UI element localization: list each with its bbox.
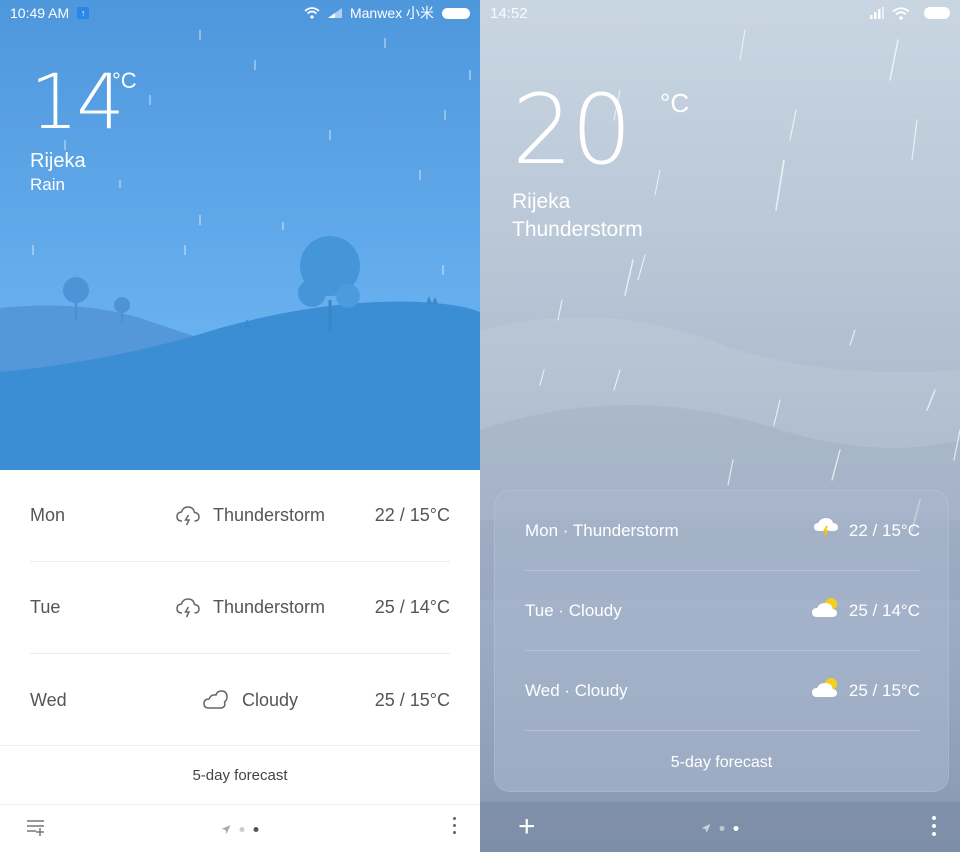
signal-icon [870, 7, 884, 19]
temperature-unit: °C [660, 88, 690, 118]
forecast-label: Tue · Cloudy [525, 600, 622, 620]
bottom-bar [0, 805, 480, 852]
forecast-temps: 25 / 15°C [374, 689, 450, 710]
thunderstorm-icon [813, 516, 839, 545]
city-name: Rijeka [30, 150, 86, 172]
page-dot-active[interactable] [733, 826, 739, 831]
forecast-temps: 25 / 14°C [848, 600, 920, 620]
carrier-name: Manwex 小米 [349, 5, 434, 21]
battery-icon [924, 7, 950, 19]
current-condition: Rain [30, 175, 65, 194]
forecast-row-mon[interactable]: Mon Thunderstorm 22 / 15°C [30, 470, 450, 562]
page-dot[interactable] [719, 826, 725, 831]
forecast-temps: 22 / 15°C [374, 505, 450, 525]
location-arrow-icon [221, 825, 231, 834]
forecast-temps: 25 / 15°C [848, 680, 920, 700]
weather-hero-rain: 10:49 AM ↑ Manwex 小米 14 °C Rijeka Rain [0, 0, 480, 470]
forecast-temps: 22 / 15°C [848, 520, 920, 540]
status-bar: 10:49 AM ↑ Manwex 小米 [0, 0, 480, 26]
current-weather: 14 °C Rijeka Rain [30, 57, 137, 195]
manage-cities-icon[interactable] [26, 819, 46, 842]
forecast-condition: Thunderstorm [212, 597, 326, 617]
forecast-row-wed[interactable]: Wed Cloudy 25 / 15°C [30, 654, 450, 746]
page-dot[interactable] [239, 827, 245, 832]
wifi-icon [304, 7, 320, 19]
cloudy-icon [202, 689, 230, 711]
current-temperature: 20 [512, 74, 632, 186]
forecast-day: Mon [30, 505, 66, 525]
page-indicator [701, 824, 739, 833]
weather-screen-left: 10:49 AM ↑ Manwex 小米 14 °C Rijeka Rain M… [0, 0, 480, 852]
forecast-day: Tue [30, 597, 61, 617]
thunderstorm-icon [175, 596, 201, 620]
forecast-row-mon[interactable]: Mon · Thunderstorm 22 / 15°C [525, 491, 920, 571]
forecast-condition: Thunderstorm [212, 505, 326, 525]
five-day-forecast-button[interactable]: 5-day forecast [495, 733, 948, 793]
five-day-forecast-button[interactable]: 5-day forecast [0, 745, 480, 805]
current-condition: Thunderstorm [512, 218, 643, 241]
wifi-icon [892, 6, 910, 20]
thunderstorm-icon [175, 504, 201, 528]
page-dot-active[interactable] [253, 827, 259, 832]
status-time: 14:52 [490, 4, 528, 22]
more-icon[interactable] [932, 816, 936, 836]
forecast-row-tue[interactable]: Tue Thunderstorm 25 / 14°C [30, 562, 450, 654]
forecast-card: Mon · Thunderstorm 22 / 15°C Tue · Cloud… [494, 490, 949, 792]
signal-icon [327, 8, 342, 18]
forecast-condition: Cloudy [241, 689, 299, 710]
city-name: Rijeka [512, 190, 571, 213]
add-city-icon[interactable]: + [518, 812, 536, 842]
partly-cloudy-icon [811, 596, 839, 625]
bottom-bar: + [480, 802, 960, 852]
forecast-day: Wed [30, 689, 67, 710]
forecast-label: Mon · Thunderstorm [525, 520, 679, 540]
forecast-row-tue[interactable]: Tue · Cloudy 25 / 14°C [525, 571, 920, 651]
forecast-label: Wed · Cloudy [525, 680, 628, 700]
partly-cloudy-icon [811, 676, 839, 705]
page-indicator [221, 825, 259, 834]
forecast-temps: 25 / 14°C [374, 597, 450, 617]
forecast-panel: Mon Thunderstorm 22 / 15°C Tue Thunderst… [0, 470, 480, 852]
status-time: 10:49 AM [10, 5, 70, 21]
forecast-row-wed[interactable]: Wed · Cloudy 25 / 15°C [525, 651, 920, 731]
current-weather: 20 °C Rijeka Thunderstorm [512, 74, 689, 242]
location-arrow-icon [701, 824, 711, 833]
notification-icon: ↑ [77, 7, 90, 19]
temperature-unit: °C [112, 68, 137, 93]
more-icon[interactable] [453, 817, 456, 834]
battery-icon [442, 7, 470, 19]
weather-screen-right: 14:52 20 °C Rijeka Thunderstorm Mon · Th… [480, 0, 960, 852]
status-bar: 14:52 [480, 0, 960, 26]
current-temperature: 14 [30, 57, 125, 146]
